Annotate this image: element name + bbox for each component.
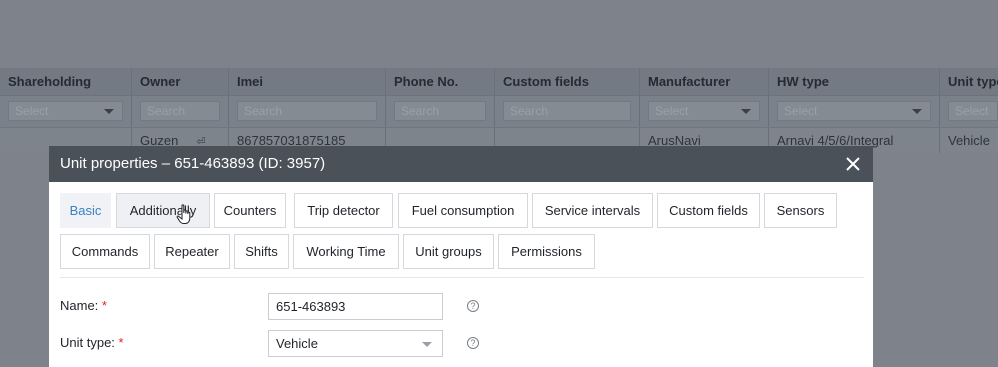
column-title: Manufacturer bbox=[648, 74, 731, 89]
filter-cell: Select bbox=[768, 96, 939, 127]
tab-fuel-consumption[interactable]: Fuel consumption bbox=[398, 193, 528, 228]
column-title: Owner bbox=[140, 74, 181, 89]
column-unit-type[interactable]: Unit type bbox=[939, 68, 998, 95]
column-imei[interactable]: Imei bbox=[228, 68, 385, 95]
help-icon[interactable]: ? bbox=[467, 337, 479, 349]
cell-unit-type: Vehicle bbox=[939, 128, 998, 153]
unit-type-filter-select[interactable]: Select bbox=[948, 101, 998, 121]
filter-placeholder: Select bbox=[784, 104, 818, 118]
imei-search-input[interactable]: Search bbox=[237, 101, 377, 121]
column-title: HW type bbox=[777, 74, 829, 89]
grid-filter-row: Select Search Search Search Search Selec… bbox=[0, 96, 998, 128]
column-title: Unit type bbox=[948, 74, 998, 89]
tab-repeater[interactable]: Repeater bbox=[154, 234, 230, 269]
filter-cell: Search bbox=[494, 96, 639, 127]
filter-placeholder: Search bbox=[401, 104, 440, 118]
tab-sensors[interactable]: Sensors bbox=[764, 193, 837, 228]
chevron-down-icon bbox=[912, 109, 922, 114]
tab-commands[interactable]: Commands bbox=[60, 234, 150, 269]
tab-additionally[interactable]: Additionally bbox=[116, 193, 210, 228]
dialog-title: Unit properties – 651-463893 (ID: 3957) bbox=[60, 155, 326, 172]
column-title: Imei bbox=[237, 74, 264, 89]
shareholding-filter-select[interactable]: Select bbox=[8, 101, 123, 121]
filter-placeholder: Search bbox=[510, 104, 549, 118]
tab-working-time[interactable]: Working Time bbox=[293, 234, 399, 269]
top-band bbox=[0, 0, 998, 68]
column-shareholding[interactable]: Shareholding bbox=[0, 68, 131, 95]
name-field[interactable]: 651-463893 bbox=[268, 293, 443, 320]
required-marker: * bbox=[101, 298, 107, 313]
filter-placeholder: Select bbox=[955, 104, 989, 118]
unit-properties-dialog: Unit properties – 651-463893 (ID: 3957) … bbox=[49, 146, 873, 367]
hw-type-filter-select[interactable]: Select bbox=[777, 101, 931, 121]
column-phone[interactable]: Phone No. bbox=[385, 68, 494, 95]
column-owner[interactable]: Owner bbox=[131, 68, 228, 95]
unit-type-value: Vehicle bbox=[276, 336, 318, 351]
filter-placeholder: Search bbox=[147, 104, 186, 118]
column-hw-type[interactable]: HW type bbox=[768, 68, 939, 95]
unit-type-label: Unit type: * bbox=[60, 335, 124, 350]
column-title: Phone No. bbox=[394, 74, 459, 89]
tab-basic[interactable]: Basic bbox=[60, 193, 111, 228]
custom-fields-search-input[interactable]: Search bbox=[503, 101, 631, 121]
manufacturer-filter-select[interactable]: Select bbox=[648, 101, 760, 121]
tab-unit-groups[interactable]: Unit groups bbox=[403, 234, 494, 269]
close-button[interactable] bbox=[845, 146, 861, 182]
grid-header: Shareholding Owner Imei Phone No. Custom… bbox=[0, 68, 998, 96]
filter-placeholder: Select bbox=[655, 104, 689, 118]
required-marker: * bbox=[118, 335, 124, 350]
help-icon[interactable]: ? bbox=[467, 300, 479, 312]
dialog-title-bar: Unit properties – 651-463893 (ID: 3957) bbox=[49, 146, 873, 182]
chevron-down-icon bbox=[741, 109, 751, 114]
filter-placeholder: Search bbox=[244, 104, 283, 118]
name-label-text: Name: bbox=[60, 298, 99, 313]
tab-counters[interactable]: Counters bbox=[214, 193, 286, 228]
filter-cell: Select bbox=[639, 96, 768, 127]
close-icon bbox=[846, 157, 860, 171]
filter-cell: Search bbox=[385, 96, 494, 127]
units-grid: Shareholding Owner Imei Phone No. Custom… bbox=[0, 68, 998, 153]
filter-placeholder: Select bbox=[15, 104, 49, 118]
name-label: Name: * bbox=[60, 298, 107, 313]
tab-trip-detector[interactable]: Trip detector bbox=[294, 193, 393, 228]
tab-shifts[interactable]: Shifts bbox=[234, 234, 289, 269]
tab-permissions[interactable]: Permissions bbox=[498, 234, 595, 269]
owner-search-input[interactable]: Search bbox=[140, 101, 220, 121]
unit-type-select[interactable]: Vehicle bbox=[268, 330, 443, 357]
column-title: Shareholding bbox=[8, 74, 92, 89]
column-manufacturer[interactable]: Manufacturer bbox=[639, 68, 768, 95]
column-title: Custom fields bbox=[503, 74, 589, 89]
chevron-down-icon bbox=[104, 109, 114, 114]
hand-cursor-icon bbox=[176, 204, 191, 224]
filter-cell: Select bbox=[0, 96, 131, 127]
unit-type-label-text: Unit type: bbox=[60, 335, 115, 350]
filter-cell: Search bbox=[131, 96, 228, 127]
column-custom-fields[interactable]: Custom fields bbox=[494, 68, 639, 95]
tab-custom-fields[interactable]: Custom fields bbox=[657, 193, 760, 228]
filter-cell: Search bbox=[228, 96, 385, 127]
phone-search-input[interactable]: Search bbox=[394, 101, 486, 121]
tab-service-intervals[interactable]: Service intervals bbox=[532, 193, 653, 228]
chevron-down-icon bbox=[422, 342, 432, 347]
filter-cell: Select bbox=[939, 96, 998, 127]
